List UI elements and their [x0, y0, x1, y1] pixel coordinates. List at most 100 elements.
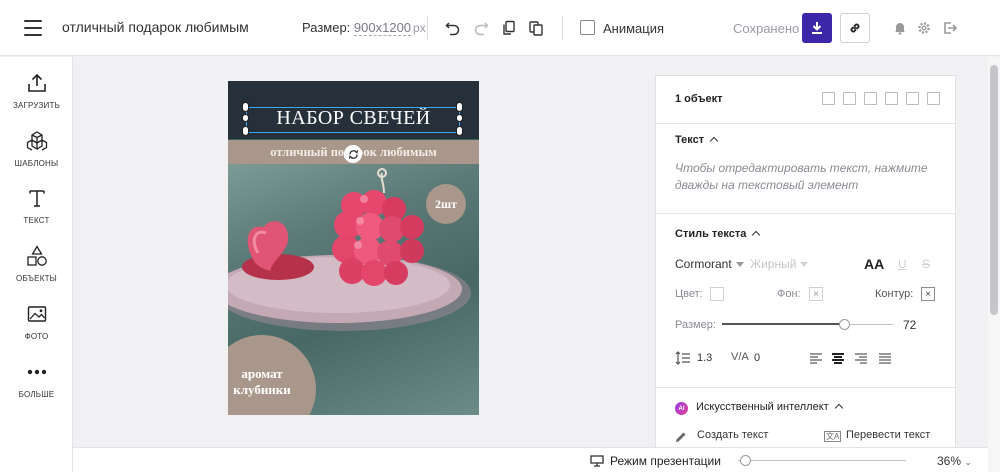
undo-icon[interactable] — [443, 18, 463, 38]
letter-spacing-icon[interactable]: V/A — [731, 351, 749, 363]
align-right-icon[interactable] — [864, 92, 877, 105]
ai-section-toggle[interactable]: Искусственный интеллект — [696, 401, 843, 413]
background-color-swatch[interactable]: × — [809, 287, 823, 301]
upload-icon — [25, 71, 49, 95]
redo-icon[interactable] — [471, 18, 491, 38]
workspace-scrollbar[interactable] — [988, 57, 1000, 472]
background-label: Фон: — [777, 288, 801, 300]
corner-text-line: клубники — [233, 382, 291, 397]
align-toolbar — [822, 92, 940, 105]
quantity-badge[interactable]: 2шт — [426, 184, 466, 224]
outline-color-swatch[interactable]: × — [921, 287, 935, 301]
copy-style-icon[interactable] — [526, 18, 546, 38]
sidebar-item-objects[interactable]: ОБЪЕКТЫ — [0, 244, 73, 283]
text-style-toggle[interactable]: Стиль текста — [675, 228, 761, 240]
pencil-icon — [675, 430, 687, 448]
logout-icon[interactable] — [940, 18, 960, 38]
top-bar: отличный подарок любимым Размер: 900x120… — [0, 0, 1000, 56]
resize-handle[interactable] — [242, 102, 249, 112]
rotate-icon[interactable] — [344, 145, 362, 163]
chevron-up-icon — [834, 403, 843, 413]
text-color-swatch[interactable] — [710, 287, 724, 301]
animation-checkbox[interactable] — [580, 20, 595, 35]
toolbar-divider — [562, 16, 563, 40]
resize-handle[interactable] — [456, 126, 463, 136]
text-hint: Чтобы отредактировать текст, нажмите два… — [675, 161, 928, 192]
sidebar-item-photo[interactable]: ФОТО — [0, 302, 73, 341]
sidebar-item-more[interactable]: БОЛЬШЕ — [0, 360, 73, 399]
text-align-justify-icon[interactable] — [879, 353, 891, 364]
resize-handle[interactable] — [242, 126, 249, 136]
shapes-icon — [25, 244, 49, 268]
more-icon — [25, 360, 49, 384]
uppercase-toggle[interactable]: AA — [864, 256, 884, 272]
font-weight-select[interactable]: Жирный — [750, 257, 809, 271]
properties-panel: 1 объект Текст Чтобы отредактировать тек… — [655, 75, 956, 455]
font-size-slider-fill — [722, 323, 843, 325]
sidebar-item-label: ФОТО — [24, 332, 49, 341]
download-icon — [812, 22, 822, 34]
resize-handle[interactable] — [456, 102, 463, 112]
font-size-slider-knob[interactable] — [839, 319, 850, 330]
chevron-up-icon — [752, 230, 761, 240]
badge-text: 2шт — [434, 196, 458, 211]
align-left-icon[interactable] — [822, 92, 835, 105]
ai-create-text-button[interactable]: Создать текст — [697, 429, 768, 441]
duplicate-icon[interactable] — [499, 18, 519, 38]
sidebar-item-text[interactable]: ТЕКСТ — [0, 186, 73, 225]
strikethrough-toggle[interactable]: S — [922, 257, 930, 271]
sidebar-item-label: БОЛЬШЕ — [18, 390, 55, 399]
align-top-icon[interactable] — [885, 92, 898, 105]
presentation-mode-button[interactable]: Режим презентации — [610, 454, 721, 468]
object-count: 1 объект — [675, 93, 723, 105]
canvas-size-value[interactable]: 900x1200 — [353, 20, 412, 36]
font-size-label: Размер: — [675, 319, 716, 331]
ai-icon: AI — [675, 402, 688, 415]
presentation-icon[interactable] — [590, 454, 604, 467]
templates-icon — [25, 129, 49, 153]
font-size-value[interactable]: 72 — [903, 318, 916, 332]
line-height-value[interactable]: 1.3 — [697, 352, 712, 364]
chevron-down-icon: ⌄ — [964, 457, 972, 467]
zoom-slider-knob[interactable] — [740, 455, 751, 466]
resize-handle[interactable] — [242, 114, 249, 122]
text-align-left-icon[interactable] — [810, 353, 822, 364]
underline-toggle[interactable]: U — [898, 257, 907, 271]
letter-spacing-value[interactable]: 0 — [754, 352, 760, 364]
selection-box — [246, 107, 460, 133]
scrollbar-thumb[interactable] — [990, 65, 998, 315]
text-align-right-icon[interactable] — [855, 353, 867, 364]
align-bottom-icon[interactable] — [927, 92, 940, 105]
align-middle-icon[interactable] — [906, 92, 919, 105]
canvas-size-unit: px — [413, 21, 426, 35]
text-section-title: Текст — [675, 134, 705, 146]
sidebar-item-label: ОБЪЕКТЫ — [16, 274, 57, 283]
ai-translate-text-button[interactable]: Перевести текст — [846, 429, 930, 441]
document-title[interactable]: отличный подарок любимым — [62, 19, 249, 35]
bell-icon[interactable] — [890, 18, 910, 38]
outline-label: Контур: — [875, 288, 914, 300]
share-link-button[interactable] — [840, 13, 870, 43]
text-style-title: Стиль текста — [675, 228, 747, 240]
resize-handle[interactable] — [456, 114, 463, 122]
sidebar-item-upload[interactable]: ЗАГРУЗИТЬ — [0, 71, 73, 110]
font-family-select[interactable]: Cormorant — [675, 257, 744, 271]
none-icon: × — [925, 288, 931, 300]
design-canvas[interactable]: отличный подарок любимым НАБОР СВЕЧЕЙ 2ш… — [228, 81, 479, 415]
color-label: Цвет: — [675, 288, 703, 300]
zoom-slider-track[interactable] — [738, 460, 906, 461]
align-center-icon[interactable] — [843, 92, 856, 105]
sidebar-item-templates[interactable]: ШАБЛОНЫ — [0, 129, 73, 168]
download-button[interactable] — [802, 13, 832, 43]
zoom-select[interactable]: 36% ⌄ — [937, 454, 972, 468]
caret-down-icon — [800, 262, 809, 267]
canvas-size[interactable]: Размер: 900x1200 px — [302, 20, 426, 36]
gear-icon[interactable] — [914, 18, 934, 38]
caret-down-icon — [735, 262, 744, 267]
corner-text[interactable]: аромат клубники — [228, 366, 296, 398]
text-section-toggle[interactable]: Текст — [675, 134, 719, 146]
menu-icon[interactable] — [24, 20, 42, 36]
text-align-center-icon[interactable] — [832, 353, 844, 364]
font-family-value: Cormorant — [675, 257, 732, 271]
line-height-icon[interactable] — [675, 351, 691, 370]
